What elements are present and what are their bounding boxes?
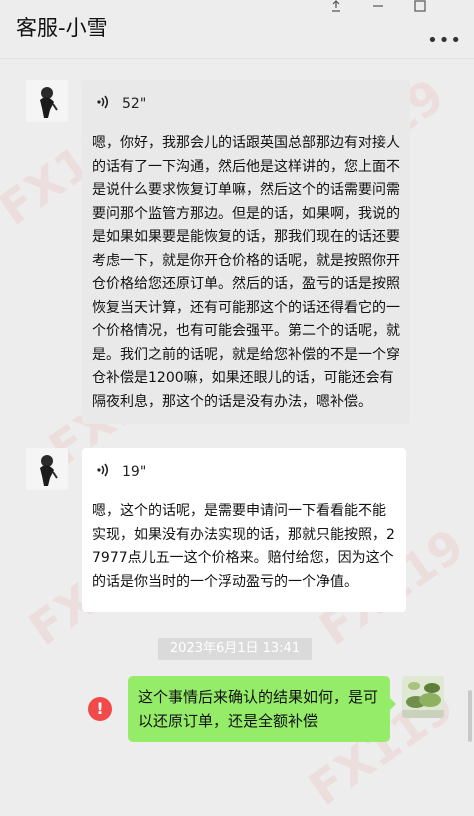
user-avatar[interactable] — [402, 676, 444, 718]
voice-transcript: 嗯，你好，我那会儿的话跟英国总部那边有对接人的话有了一下沟通，然后他是这样讲的，… — [92, 135, 400, 410]
more-horizontal-icon[interactable]: ••• — [427, 30, 462, 51]
title-bar: 客服-小雪 ••• — [0, 0, 474, 58]
scrollbar[interactable] — [468, 690, 472, 742]
voice-message-bubble[interactable]: 52" 嗯，你好，我那会儿的话跟英国总部那边有对接人的话有了一下沟通，然后他是这… — [82, 80, 410, 424]
outgoing-message-bubble[interactable]: 这个事情后来确认的结果如何，是可以还原订单，还是全额补偿 — [128, 676, 396, 742]
voice-wave-icon — [96, 94, 112, 114]
voice-duration: 52" — [122, 96, 147, 112]
voice-player[interactable]: 52" — [96, 94, 146, 114]
maximize-icon[interactable] — [414, 0, 426, 16]
minimize-icon[interactable] — [372, 0, 384, 16]
pin-icon[interactable] — [330, 0, 342, 16]
contact-avatar[interactable] — [26, 448, 68, 490]
voice-message-bubble[interactable]: 19" 嗯，这个的话呢，是需要申请问一下看看能不能实现，如果没有办法实现的话，那… — [82, 448, 406, 612]
voice-wave-icon — [96, 462, 112, 482]
chat-title: 客服-小雪 — [16, 16, 108, 40]
message-timestamp: 2023年6月1日 13:41 — [158, 638, 312, 660]
error-icon[interactable]: ! — [88, 697, 112, 721]
voice-player[interactable]: 19" — [96, 462, 146, 482]
message-text: 这个事情后来确认的结果如何，是可以还原订单，还是全额补偿 — [138, 688, 379, 730]
voice-duration: 19" — [122, 464, 147, 480]
contact-avatar[interactable] — [26, 80, 68, 122]
title-divider — [0, 58, 474, 59]
voice-transcript: 嗯，这个的话呢，是需要申请问一下看看能不能实现，如果没有办法实现的话，那就只能按… — [92, 503, 395, 590]
